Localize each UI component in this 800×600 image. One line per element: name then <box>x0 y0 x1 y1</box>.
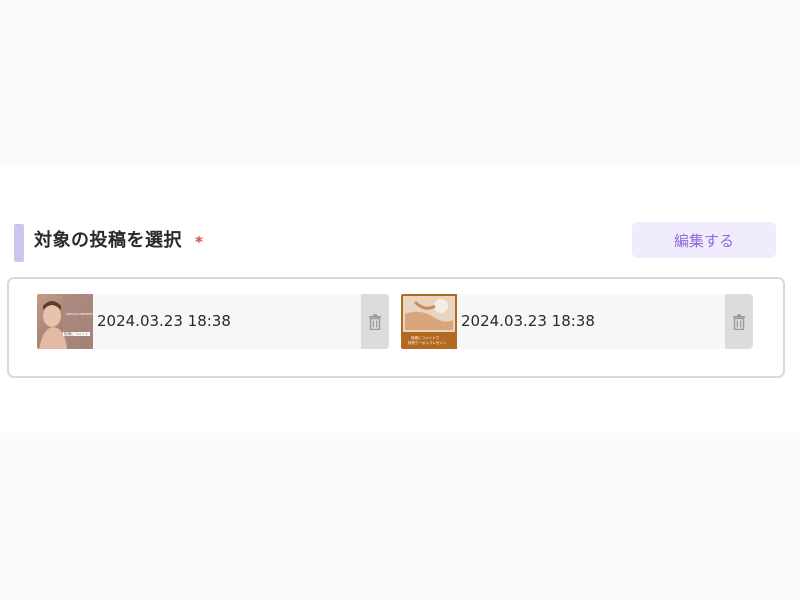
trash-icon <box>369 313 381 330</box>
delete-button[interactable] <box>361 294 389 349</box>
required-mark: * <box>195 233 203 251</box>
top-background <box>0 0 800 165</box>
post-thumbnail: 投稿にコメントで 特別クーポンプレゼント <box>401 294 457 349</box>
thumbnail-caption: 特別クーポンプレゼント <box>408 341 447 345</box>
trash-icon <box>733 313 745 330</box>
post-date: 2024.03.23 18:38 <box>461 312 595 330</box>
section-title: 対象の投稿を選択 <box>34 230 182 251</box>
delete-button[interactable] <box>725 294 753 349</box>
post-date: 2024.03.23 18:38 <box>97 312 231 330</box>
bottom-background <box>0 433 800 600</box>
thumbnail-caption: 投稿にコメント <box>63 332 90 336</box>
post-item[interactable]: SPECIAL PRESENT 投稿にコメント 2024.03.23 18:38 <box>37 294 389 349</box>
post-thumbnail: SPECIAL PRESENT 投稿にコメント <box>37 294 93 349</box>
section-accent-bar <box>14 224 24 262</box>
thumbnail-caption: 投稿にコメントで <box>411 336 439 340</box>
thumbnail-heading: SPECIAL PRESENT <box>66 312 93 316</box>
post-item[interactable]: 投稿にコメントで 特別クーポンプレゼント 2024.03.23 18:38 <box>401 294 753 349</box>
edit-button[interactable]: 編集する <box>632 222 776 258</box>
